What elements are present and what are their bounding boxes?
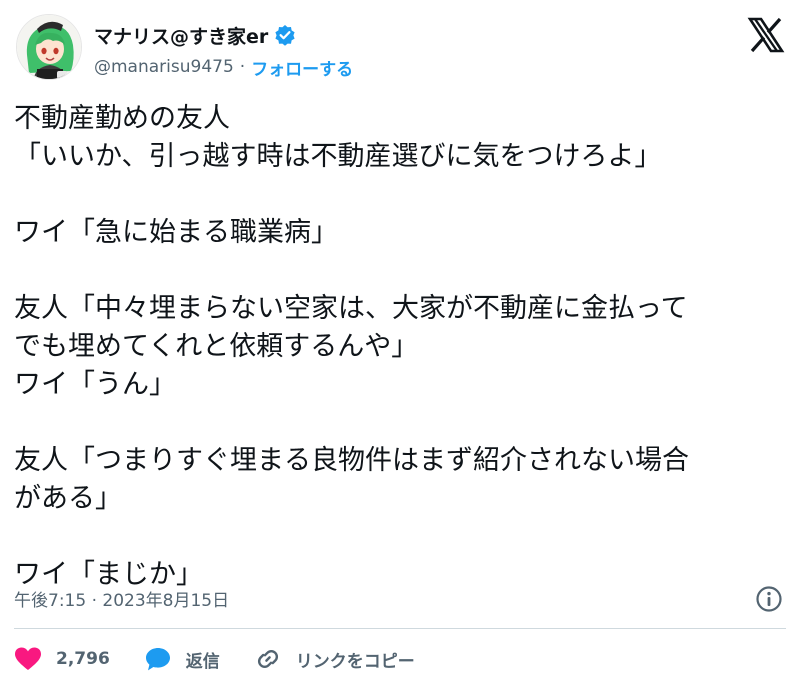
tweet-line: 「いいか、引っ越す時は不動産選びに気をつけろよ」: [14, 141, 662, 172]
name-row: マナリス@すき家er: [94, 20, 296, 50]
tweet-line: でも埋めてくれと依頼するんや」: [14, 331, 419, 362]
tweet-text: 不動産勤めの友人 「いいか、引っ越す時は不動産選びに気をつけろよ」 ワイ「急に始…: [14, 100, 784, 594]
handle-row: @manarisu9475 · フォローする: [94, 54, 353, 80]
speech-bubble-icon: [144, 646, 172, 672]
avatar[interactable]: [16, 14, 82, 80]
separator-dot: ·: [239, 57, 246, 77]
tweet-line: [14, 404, 784, 442]
tweet-line: ワイ「うん」: [14, 369, 176, 400]
tweet-line: 友人「つまりすぐ埋まる良物件はまず紹介されない場合: [14, 445, 689, 476]
info-icon[interactable]: [755, 585, 783, 613]
like-button[interactable]: 2,796: [14, 646, 110, 672]
tweet-timestamp[interactable]: 午後7:15 · 2023年8月15日: [14, 586, 229, 611]
tweet-line: [14, 176, 784, 214]
tweet-card: マナリス@すき家er @manarisu9475 · フォローする 不動産勤めの: [0, 0, 805, 679]
tweet-header: マナリス@すき家er @manarisu9475 · フォローする: [14, 12, 791, 84]
tweet-line: 友人「中々埋まらない空家は、大家が不動産に金払って: [14, 293, 688, 324]
user-handle[interactable]: @manarisu9475: [94, 57, 234, 77]
tweet-line: [14, 252, 784, 290]
tweet-line: がある」: [14, 483, 122, 514]
tweet-timestamp-row: 午後7:15 · 2023年8月15日: [14, 583, 229, 613]
tweet-line: [14, 518, 784, 556]
follow-button[interactable]: フォローする: [251, 55, 353, 80]
like-count: 2,796: [56, 649, 110, 669]
verified-badge-icon: [274, 24, 296, 46]
heart-icon: [14, 646, 42, 672]
x-logo-icon[interactable]: [747, 16, 785, 54]
tweet-line: 不動産勤めの友人: [14, 103, 230, 134]
copy-link-label: リンクをコピー: [295, 651, 415, 672]
reply-button[interactable]: 返信: [144, 646, 220, 672]
display-name[interactable]: マナリス@すき家er: [94, 22, 268, 49]
tweet-line: ワイ「急に始まる職業病」: [14, 217, 338, 248]
divider: [14, 628, 786, 629]
link-icon: [254, 645, 282, 673]
action-bar: 2,796 返信 リンクをコピー: [14, 641, 449, 677]
copy-link-button[interactable]: リンクをコピー: [254, 645, 415, 673]
reply-label: 返信: [185, 651, 220, 672]
